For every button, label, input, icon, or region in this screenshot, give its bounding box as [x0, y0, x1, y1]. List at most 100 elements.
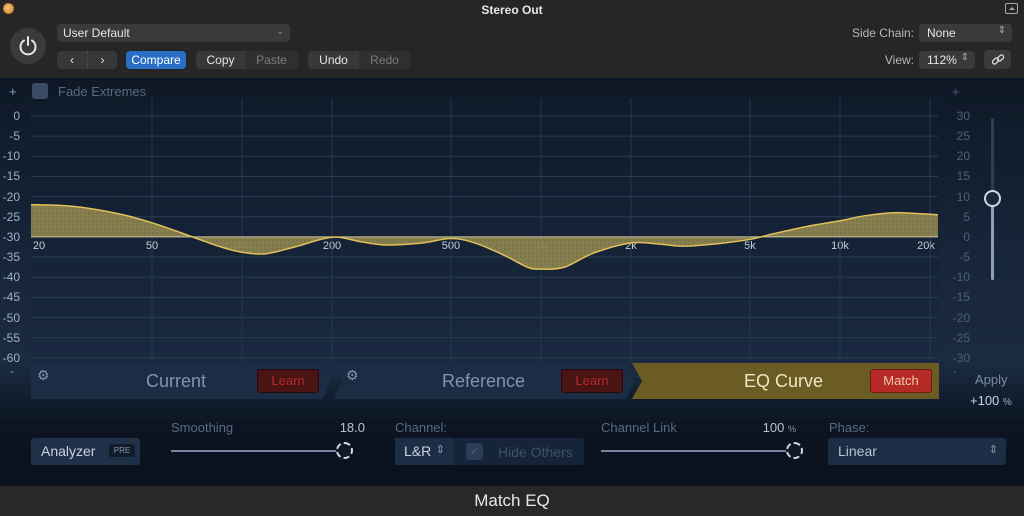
channel-link-slider-fill — [601, 450, 794, 452]
phase-dropdown[interactable]: Linear ⇕ — [828, 438, 1006, 465]
updown-chevron-icon: ⇕ — [997, 25, 1006, 36]
match-button[interactable]: Match — [870, 369, 932, 393]
current-section[interactable]: ⚙ Current Learn — [31, 363, 331, 399]
smoothing-slider-fill — [171, 450, 344, 452]
expand-window-icon[interactable] — [1005, 3, 1018, 14]
eq-scale-decrease-button[interactable]: - — [953, 364, 957, 378]
analyzer-button[interactable]: Analyzer PRE — [31, 438, 140, 465]
channel-label: Channel: — [395, 420, 448, 435]
hide-others-label: Hide Others — [498, 444, 573, 460]
current-learn-button[interactable]: Learn — [257, 369, 319, 393]
gain-tick-label: -15 — [952, 290, 970, 305]
channel-link-slider-handle[interactable] — [786, 442, 803, 459]
fade-extremes-label: Fade Extremes — [58, 84, 147, 99]
link-button[interactable] — [984, 50, 1011, 69]
preset-nav: ‹ › — [57, 51, 117, 69]
freq-tick-label: 10k — [831, 240, 849, 252]
phase-label: Phase: — [829, 420, 870, 435]
paste-button[interactable]: Paste — [245, 51, 298, 69]
fade-extremes-checkbox[interactable] — [32, 83, 48, 99]
phase-value: Linear — [838, 443, 877, 459]
apply-value-number: +100 — [970, 393, 1000, 408]
analyzer-pre-post-button[interactable]: PRE — [109, 444, 135, 457]
gear-icon[interactable]: ⚙ — [346, 367, 359, 384]
updown-chevron-icon: ⇕ — [435, 444, 445, 456]
next-preset-button[interactable]: › — [87, 51, 117, 69]
eq-scale-increase-button[interactable]: + — [952, 84, 960, 99]
db-tick-label: -15 — [2, 169, 20, 184]
gain-tick-label: -10 — [952, 270, 970, 285]
channel-link-number: 100 — [762, 420, 785, 435]
power-icon — [19, 36, 37, 56]
apply-label: Apply — [975, 372, 1008, 387]
updown-chevron-icon: ⇕ — [988, 444, 998, 456]
analyzer-scale-decrease-button[interactable]: - — [10, 364, 14, 378]
smoothing-slider-handle[interactable] — [335, 442, 353, 459]
reference-label: Reference — [442, 371, 526, 391]
gain-tick-label: -5 — [959, 250, 970, 265]
view-label: View: — [884, 53, 914, 67]
db-tick-label: -45 — [2, 290, 20, 305]
channel-value: L&R — [404, 443, 432, 459]
preset-name: User Default — [63, 26, 130, 40]
plugin-footer: Match EQ — [0, 486, 1024, 516]
freq-tick-label: 200 — [322, 240, 342, 252]
previous-preset-button[interactable]: ‹ — [57, 51, 87, 69]
undo-button[interactable]: Undo — [308, 51, 359, 69]
apply-value: +100 % — [970, 393, 1012, 408]
gain-tick-label: 5 — [963, 209, 970, 224]
db-tick-label: -60 — [2, 350, 20, 365]
gain-tick-label: -25 — [952, 330, 970, 345]
current-label: Current — [146, 371, 207, 391]
power-button[interactable] — [10, 28, 46, 64]
side-chain-dropdown[interactable]: None ⇕ — [919, 24, 1012, 42]
eq-curve-label: EQ Curve — [744, 371, 824, 391]
gain-tick-label: -20 — [952, 310, 970, 325]
analyzer-label: Analyzer — [41, 443, 96, 459]
channel-link-label: Channel Link — [601, 420, 677, 435]
link-icon — [991, 53, 1004, 65]
window-title: Stereo Out — [481, 3, 543, 17]
gear-icon[interactable]: ⚙ — [37, 367, 50, 384]
channel-link-unit: % — [787, 424, 796, 434]
db-tick-label: -25 — [2, 209, 20, 224]
db-tick-label: -55 — [2, 330, 20, 345]
analyzer-scale-increase-button[interactable]: + — [9, 84, 17, 99]
smoothing-label: Smoothing — [171, 420, 234, 435]
gain-tick-label: 15 — [956, 169, 970, 184]
freq-tick-label: 20 — [32, 240, 46, 252]
reference-section[interactable]: ⚙ Reference Learn — [334, 363, 634, 399]
apply-slider-handle[interactable] — [984, 190, 1001, 207]
gain-tick-label: 20 — [956, 149, 970, 164]
eq-curve-section[interactable]: EQ Curve Match — [632, 363, 939, 399]
channel-dropdown[interactable]: L&R ⇕ — [395, 438, 453, 465]
view-zoom-dropdown[interactable]: 112% ⇕ — [919, 51, 975, 69]
freq-tick-label: 5k — [744, 240, 756, 252]
reference-learn-button[interactable]: Learn — [561, 369, 623, 393]
side-chain-label: Side Chain: — [851, 26, 914, 40]
hide-others-checkbox[interactable]: ✓ — [466, 443, 483, 460]
gain-tick-label: 30 — [956, 109, 970, 123]
freq-tick-label: 2k — [625, 240, 637, 252]
channel-link-value[interactable]: 100 % — [740, 420, 796, 435]
copy-paste-group: Copy Paste — [196, 51, 298, 69]
db-tick-label: -35 — [2, 250, 20, 265]
db-tick-label: -20 — [2, 189, 20, 204]
freq-tick-label: 50 — [145, 240, 159, 252]
preset-dropdown[interactable]: User Default ⌄ — [57, 24, 290, 42]
copy-button[interactable]: Copy — [196, 51, 245, 69]
db-tick-label: -50 — [2, 310, 20, 325]
freq-tick-label: 100 — [232, 240, 252, 252]
compare-button[interactable]: Compare — [126, 51, 186, 69]
gain-tick-label: 25 — [956, 129, 970, 144]
undo-redo-group: Undo Redo — [308, 51, 410, 69]
redo-button[interactable]: Redo — [359, 51, 410, 69]
plugin-name: Match EQ — [474, 491, 550, 510]
db-tick-label: -10 — [2, 149, 20, 164]
plugin-header: Stereo Out User Default ⌄ ‹ › Compare Co… — [0, 0, 1024, 78]
smoothing-value[interactable]: 18.0 — [320, 420, 365, 435]
gain-tick-label: 10 — [956, 189, 970, 204]
db-tick-label: -40 — [2, 270, 20, 285]
channel-controls: L&R ⇕ ✓ Hide Others — [395, 438, 584, 465]
eq-graph-area[interactable] — [30, 96, 940, 378]
